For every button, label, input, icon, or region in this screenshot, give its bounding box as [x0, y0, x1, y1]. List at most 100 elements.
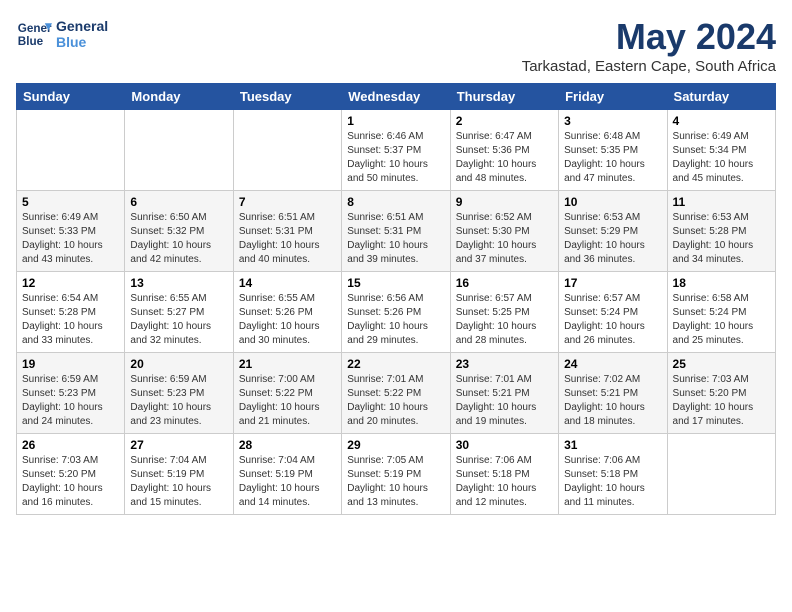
day-number: 29 [347, 438, 444, 452]
calendar-cell: 8 Sunrise: 6:51 AMSunset: 5:31 PMDaylight… [342, 191, 450, 272]
logo-line1: General [56, 18, 108, 34]
day-info: Sunrise: 6:46 AMSunset: 5:37 PMDaylight:… [347, 130, 444, 186]
day-number: 17 [564, 276, 661, 290]
title-block: May 2024 Tarkastad, Eastern Cape, South … [522, 16, 776, 75]
day-info: Sunrise: 7:06 AMSunset: 5:18 PMDaylight:… [564, 454, 661, 510]
day-info: Sunrise: 6:59 AMSunset: 5:23 PMDaylight:… [22, 373, 119, 429]
weekday-header: Friday [559, 84, 667, 110]
day-number: 5 [22, 195, 119, 209]
day-number: 15 [347, 276, 444, 290]
calendar-cell [667, 434, 775, 515]
calendar-cell: 20 Sunrise: 6:59 AMSunset: 5:23 PMDayligh… [125, 353, 233, 434]
calendar-cell [125, 110, 233, 191]
calendar-cell [17, 110, 125, 191]
calendar-table: SundayMondayTuesdayWednesdayThursdayFrid… [16, 83, 776, 515]
day-info: Sunrise: 6:58 AMSunset: 5:24 PMDaylight:… [673, 292, 770, 348]
calendar-cell: 14Sunrise: 6:55 AMSunset: 5:26 PMDayligh… [233, 272, 341, 353]
calendar-cell: 27Sunrise: 7:04 AMSunset: 5:19 PMDayligh… [125, 434, 233, 515]
logo-icon: General Blue [16, 16, 52, 52]
day-info: Sunrise: 7:00 AMSunset: 5:22 PMDaylight:… [239, 373, 336, 429]
weekday-header: Tuesday [233, 84, 341, 110]
day-number: 8 [347, 195, 444, 209]
logo: General Blue General Blue [16, 16, 108, 52]
calendar-cell: 18 Sunrise: 6:58 AMSunset: 5:24 PMDayligh… [667, 272, 775, 353]
weekday-header: Sunday [17, 84, 125, 110]
calendar-week-row: 1 Sunrise: 6:46 AMSunset: 5:37 PMDaylight… [17, 110, 776, 191]
calendar-cell: 9Sunrise: 6:52 AMSunset: 5:30 PMDaylight… [450, 191, 558, 272]
day-info: Sunrise: 6:48 AMSunset: 5:35 PMDaylight:… [564, 130, 661, 186]
day-info: Sunrise: 6:59 AMSunset: 5:23 PMDaylight:… [130, 373, 227, 429]
day-number: 28 [239, 438, 336, 452]
day-number: 24 [564, 357, 661, 371]
calendar-week-row: 12Sunrise: 6:54 AMSunset: 5:28 PMDayligh… [17, 272, 776, 353]
day-info: Sunrise: 6:49 AMSunset: 5:33 PMDaylight:… [22, 211, 119, 267]
day-info: Sunrise: 6:57 AMSunset: 5:24 PMDaylight:… [564, 292, 661, 348]
calendar-cell: 28 Sunrise: 7:04 AMSunset: 5:19 PMDayligh… [233, 434, 341, 515]
day-number: 10 [564, 195, 661, 209]
location: Tarkastad, Eastern Cape, South Africa [522, 58, 776, 75]
calendar-cell: 6Sunrise: 6:50 AMSunset: 5:32 PMDaylight… [125, 191, 233, 272]
day-info: Sunrise: 6:49 AMSunset: 5:34 PMDaylight:… [673, 130, 770, 186]
day-number: 11 [673, 195, 770, 209]
svg-text:Blue: Blue [18, 35, 44, 48]
day-info: Sunrise: 6:55 AMSunset: 5:27 PMDaylight:… [130, 292, 227, 348]
calendar-cell: 10 Sunrise: 6:53 AMSunset: 5:29 PMDayligh… [559, 191, 667, 272]
day-info: Sunrise: 7:06 AMSunset: 5:18 PMDaylight:… [456, 454, 553, 510]
day-info: Sunrise: 6:51 AMSunset: 5:31 PMDaylight:… [239, 211, 336, 267]
calendar-cell: 29 Sunrise: 7:05 AMSunset: 5:19 PMDayligh… [342, 434, 450, 515]
calendar-cell: 26 Sunrise: 7:03 AMSunset: 5:20 PMDayligh… [17, 434, 125, 515]
day-info: Sunrise: 7:05 AMSunset: 5:19 PMDaylight:… [347, 454, 444, 510]
calendar-cell: 24 Sunrise: 7:02 AMSunset: 5:21 PMDayligh… [559, 353, 667, 434]
weekday-header: Saturday [667, 84, 775, 110]
day-info: Sunrise: 7:02 AMSunset: 5:21 PMDaylight:… [564, 373, 661, 429]
day-info: Sunrise: 7:01 AMSunset: 5:21 PMDaylight:… [456, 373, 553, 429]
day-info: Sunrise: 7:03 AMSunset: 5:20 PMDaylight:… [22, 454, 119, 510]
day-info: Sunrise: 6:54 AMSunset: 5:28 PMDaylight:… [22, 292, 119, 348]
day-info: Sunrise: 6:47 AMSunset: 5:36 PMDaylight:… [456, 130, 553, 186]
day-info: Sunrise: 6:53 AMSunset: 5:29 PMDaylight:… [564, 211, 661, 267]
day-info: Sunrise: 6:53 AMSunset: 5:28 PMDaylight:… [673, 211, 770, 267]
day-number: 26 [22, 438, 119, 452]
calendar-cell: 23 Sunrise: 7:01 AMSunset: 5:21 PMDayligh… [450, 353, 558, 434]
day-number: 1 [347, 114, 444, 128]
day-number: 19 [22, 357, 119, 371]
day-info: Sunrise: 7:03 AMSunset: 5:20 PMDaylight:… [673, 373, 770, 429]
day-number: 3 [564, 114, 661, 128]
day-number: 23 [456, 357, 553, 371]
calendar-cell: 13 Sunrise: 6:55 AMSunset: 5:27 PMDayligh… [125, 272, 233, 353]
calendar-cell: 21Sunrise: 7:00 AMSunset: 5:22 PMDayligh… [233, 353, 341, 434]
calendar-cell: 7 Sunrise: 6:51 AMSunset: 5:31 PMDaylight… [233, 191, 341, 272]
calendar-cell: 25Sunrise: 7:03 AMSunset: 5:20 PMDayligh… [667, 353, 775, 434]
calendar-cell: 22 Sunrise: 7:01 AMSunset: 5:22 PMDayligh… [342, 353, 450, 434]
day-info: Sunrise: 7:01 AMSunset: 5:22 PMDaylight:… [347, 373, 444, 429]
day-info: Sunrise: 6:57 AMSunset: 5:25 PMDaylight:… [456, 292, 553, 348]
calendar-cell: 5 Sunrise: 6:49 AMSunset: 5:33 PMDaylight… [17, 191, 125, 272]
logo-line2: Blue [56, 34, 108, 50]
day-info: Sunrise: 7:04 AMSunset: 5:19 PMDaylight:… [239, 454, 336, 510]
page-header: General Blue General Blue May 2024 Tarka… [16, 16, 776, 75]
day-number: 2 [456, 114, 553, 128]
calendar-cell: 12Sunrise: 6:54 AMSunset: 5:28 PMDayligh… [17, 272, 125, 353]
calendar-cell: 2 Sunrise: 6:47 AMSunset: 5:36 PMDaylight… [450, 110, 558, 191]
calendar-cell [233, 110, 341, 191]
calendar-cell: 16Sunrise: 6:57 AMSunset: 5:25 PMDayligh… [450, 272, 558, 353]
calendar-cell: 1 Sunrise: 6:46 AMSunset: 5:37 PMDaylight… [342, 110, 450, 191]
calendar-cell: 17 Sunrise: 6:57 AMSunset: 5:24 PMDayligh… [559, 272, 667, 353]
day-number: 20 [130, 357, 227, 371]
day-number: 31 [564, 438, 661, 452]
day-number: 6 [130, 195, 227, 209]
day-info: Sunrise: 7:04 AMSunset: 5:19 PMDaylight:… [130, 454, 227, 510]
day-number: 22 [347, 357, 444, 371]
day-number: 30 [456, 438, 553, 452]
day-number: 7 [239, 195, 336, 209]
day-info: Sunrise: 6:51 AMSunset: 5:31 PMDaylight:… [347, 211, 444, 267]
weekday-header: Thursday [450, 84, 558, 110]
calendar-header-row: SundayMondayTuesdayWednesdayThursdayFrid… [17, 84, 776, 110]
month-title: May 2024 [522, 16, 776, 58]
day-info: Sunrise: 6:55 AMSunset: 5:26 PMDaylight:… [239, 292, 336, 348]
calendar-cell: 4Sunrise: 6:49 AMSunset: 5:34 PMDaylight… [667, 110, 775, 191]
calendar-week-row: 26 Sunrise: 7:03 AMSunset: 5:20 PMDayligh… [17, 434, 776, 515]
day-number: 13 [130, 276, 227, 290]
day-number: 18 [673, 276, 770, 290]
calendar-week-row: 19 Sunrise: 6:59 AMSunset: 5:23 PMDayligh… [17, 353, 776, 434]
